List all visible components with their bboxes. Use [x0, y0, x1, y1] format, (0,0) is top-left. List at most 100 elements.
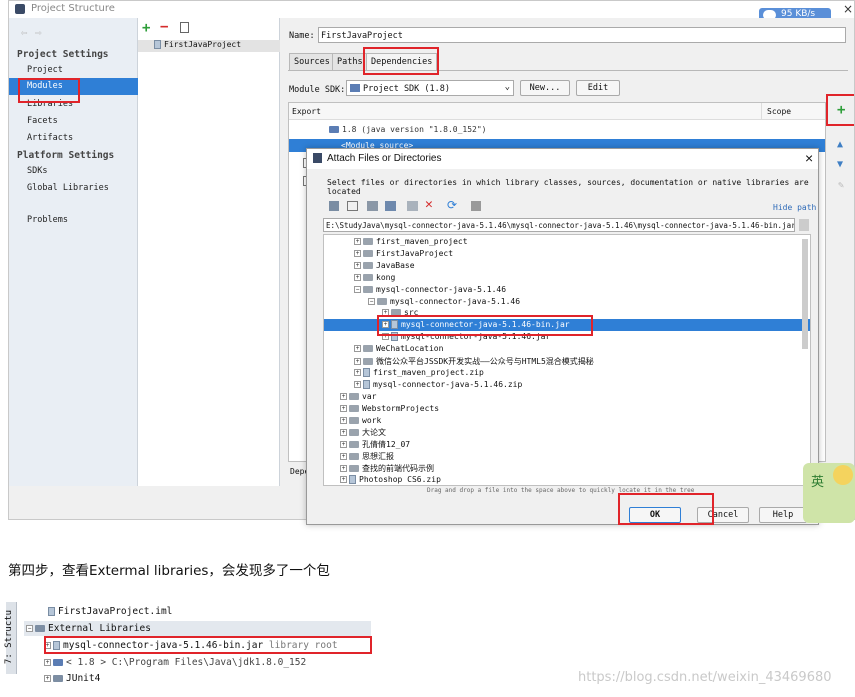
nav-sdks[interactable]: SDKs [27, 166, 47, 176]
nav-facets[interactable]: Facets [27, 116, 58, 126]
tree-node[interactable]: + kong [354, 273, 395, 282]
tree-node[interactable]: + first_maven_project.zip [354, 367, 484, 377]
tree-node[interactable]: − mysql-connector-java-5.1.46 [368, 297, 520, 306]
expand-icon[interactable]: + [354, 358, 361, 365]
jdk-label: < 1.8 > C:\Program Files\Java\jdk1.8.0_1… [66, 657, 307, 668]
tree-node-label: mysql-connector-java-5.1.46 [376, 284, 507, 294]
hide-path-link[interactable]: Hide path [773, 203, 816, 212]
expand-icon[interactable]: + [340, 416, 347, 424]
expand-icon[interactable]: + [44, 675, 51, 682]
edit-pencil-icon[interactable]: ✎ [838, 180, 844, 191]
edit-sdk-button[interactable]: Edit [576, 80, 620, 96]
tree-node[interactable]: + WebstormProjects [340, 404, 439, 413]
sdk-dropdown[interactable]: Project SDK (1.8) ⌄ [346, 80, 514, 96]
close-button[interactable]: × [843, 2, 853, 16]
collapse-icon[interactable]: − [26, 625, 33, 632]
tree-item-jdk[interactable]: + < 1.8 > C:\Program Files\Java\jdk1.8.0_… [44, 657, 306, 668]
tree-node[interactable]: + WeChatLocation [354, 344, 443, 353]
tree-node[interactable]: + mysql-connector-java-5.1.46-bin.jar [382, 320, 570, 330]
sdk-folder-icon [350, 84, 360, 92]
structure-tab-label: 7: Structu [4, 609, 15, 665]
tree-node[interactable]: + 孔倩倩12_07 [340, 439, 410, 450]
back-arrow-icon[interactable]: ⇦ [21, 26, 28, 39]
tree-node[interactable]: + 微信公众平台JSSDK开发实战——公众号与HTML5混合模式揭秘 [354, 356, 594, 367]
path-input[interactable]: E:\StudyJava\mysql-connector-java-5.1.46… [323, 218, 795, 232]
copy-icon[interactable] [180, 22, 189, 33]
tree-node[interactable]: + 思想汇报 [340, 451, 394, 462]
tree-node-label: 查找的前端代码示例 [362, 464, 434, 474]
tree-node[interactable]: + JavaBase [354, 261, 415, 270]
tree-node[interactable]: + mysql-connector-java-5.1.46.zip [354, 379, 522, 389]
tree-row-external-libs[interactable]: − External Libraries [24, 621, 371, 636]
iml-label: FirstJavaProject.iml [58, 606, 173, 617]
forward-arrow-icon[interactable]: ⇨ [35, 26, 42, 39]
expand-icon[interactable]: + [354, 249, 361, 257]
nav-project[interactable]: Project [27, 65, 63, 75]
tree-node[interactable]: + 查找的前端代码示例 [340, 463, 434, 474]
expand-icon[interactable]: + [354, 368, 361, 376]
tree-node[interactable]: + Photoshop CS6.zip [340, 475, 441, 484]
structure-sidebar-tab[interactable]: 7: Structu [4, 602, 17, 674]
tree-node[interactable]: + 大论文 [340, 427, 386, 438]
tree-node-label: first_maven_project.zip [373, 367, 484, 377]
tree-node[interactable]: + FirstJavaProject [354, 249, 453, 258]
folder-icon [349, 441, 359, 449]
expand-icon[interactable]: + [354, 273, 361, 281]
remove-module-icon[interactable]: − [160, 19, 168, 35]
iml-file-icon [48, 607, 55, 616]
expand-icon[interactable]: + [340, 441, 347, 449]
home-icon[interactable] [329, 201, 339, 211]
expand-icon[interactable]: + [44, 659, 51, 666]
project-icon[interactable] [367, 201, 378, 211]
dialog-close-button[interactable]: × [805, 150, 813, 166]
tree-node[interactable]: + work [340, 416, 381, 425]
dep-row-jdk[interactable]: 1.8 (java version "1.8.0_152") [329, 125, 487, 134]
collapse-icon[interactable]: − [368, 297, 375, 305]
refresh-icon[interactable]: ⟳ [447, 198, 457, 212]
expand-icon[interactable]: + [340, 404, 347, 412]
desktop-icon[interactable] [347, 201, 358, 211]
name-field[interactable]: FirstJavaProject [318, 27, 846, 43]
tree-item-junit[interactable]: + JUnit4 [44, 673, 100, 684]
new-sdk-button[interactable]: New... [520, 80, 570, 96]
intellij-icon [15, 4, 25, 14]
expand-icon[interactable]: + [340, 476, 347, 483]
help-button[interactable]: Help [759, 507, 807, 523]
move-down-icon[interactable]: ▼ [837, 159, 843, 170]
expand-icon[interactable]: + [354, 345, 361, 353]
collapse-icon[interactable]: − [354, 285, 361, 293]
tree-node[interactable]: + var [340, 392, 376, 401]
new-folder-icon[interactable] [407, 201, 418, 211]
expand-icon[interactable]: + [382, 321, 389, 329]
expand-icon[interactable]: + [354, 380, 361, 388]
folder-icon [349, 453, 359, 461]
watermark: https://blog.csdn.net/weixin_43469680 [578, 670, 832, 685]
expand-icon[interactable]: + [354, 261, 361, 269]
tree-node[interactable]: − mysql-connector-java-5.1.46 [354, 285, 506, 294]
tree-node-label: JavaBase [376, 260, 415, 270]
expand-icon[interactable]: + [340, 392, 347, 400]
expand-icon[interactable]: + [340, 465, 347, 473]
tree-node[interactable]: + first_maven_project [354, 237, 468, 246]
nav-problems[interactable]: Problems [27, 215, 68, 225]
highlight-new-jar [44, 636, 372, 654]
expand-icon[interactable]: + [340, 429, 347, 437]
module-icon[interactable] [385, 201, 396, 211]
expand-icon[interactable]: + [354, 238, 361, 245]
nav-artifacts[interactable]: Artifacts [27, 133, 73, 143]
expand-icon[interactable]: + [340, 453, 347, 461]
delete-icon[interactable]: ✕ [425, 197, 433, 212]
module-item[interactable]: FirstJavaProject [138, 40, 280, 52]
tree-item-iml[interactable]: FirstJavaProject.iml [48, 606, 172, 617]
ime-widget[interactable]: 英 [803, 463, 855, 523]
tree-scrollbar[interactable] [802, 239, 808, 349]
show-hidden-icon[interactable] [471, 201, 481, 211]
folder-icon [349, 465, 359, 473]
add-module-icon[interactable]: + [142, 20, 150, 36]
move-up-icon[interactable]: ▲ [837, 139, 843, 150]
nav-global-libraries[interactable]: Global Libraries [27, 183, 109, 193]
ime-label: 英 [811, 475, 825, 490]
folder-icon [363, 345, 373, 353]
tab-sources[interactable]: Sources [289, 53, 335, 70]
path-history-icon[interactable] [799, 219, 809, 231]
